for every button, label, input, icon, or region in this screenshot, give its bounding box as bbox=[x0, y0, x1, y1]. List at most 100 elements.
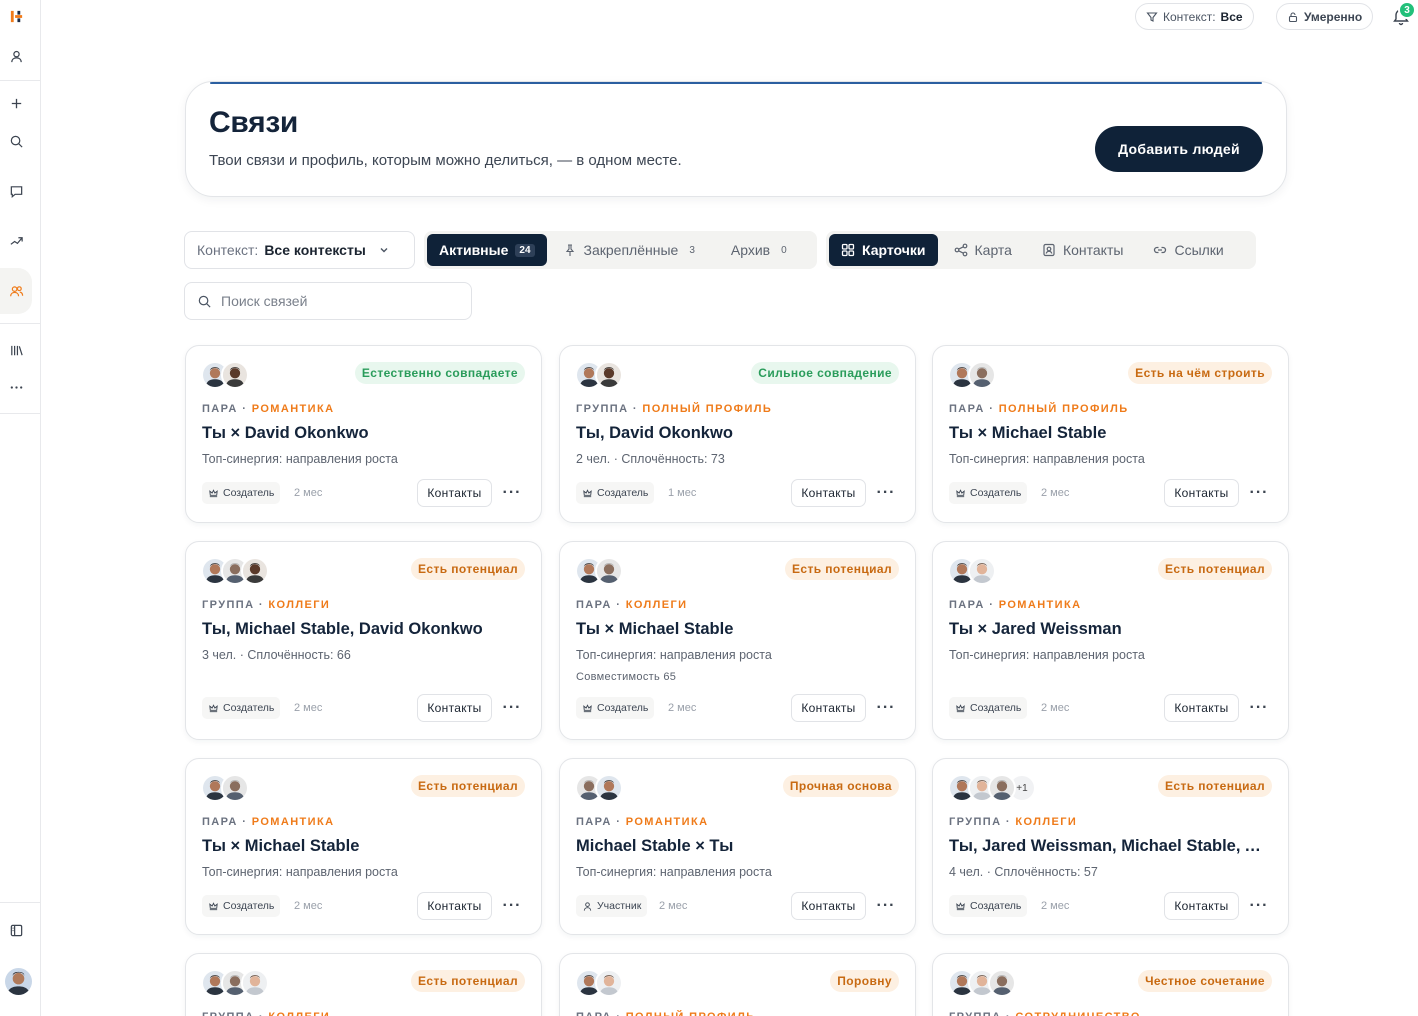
connection-card[interactable]: Прочная основа ПАРА · РОМАНТИКА Michael St… bbox=[559, 758, 916, 935]
connection-card[interactable]: Есть потенциал ПАРА · РОМАНТИКА Ты × Micha… bbox=[185, 758, 542, 935]
compatibility-badge: Сильное совпадение bbox=[751, 362, 899, 384]
contacts-button[interactable]: Контакты bbox=[417, 694, 492, 722]
compatibility-score: Совместимость 65 bbox=[576, 671, 677, 683]
crown-icon bbox=[956, 901, 965, 910]
more-options-button[interactable]: ··· bbox=[1249, 483, 1269, 503]
more-options-button[interactable]: ··· bbox=[1249, 896, 1269, 916]
card-avatars bbox=[575, 969, 623, 997]
card-meta: ПАРА · КОЛЛЕГИ bbox=[576, 599, 688, 611]
compatibility-badge: Есть потенциал bbox=[785, 558, 899, 580]
contacts-button[interactable]: Контакты bbox=[1164, 694, 1239, 722]
context-filter-pill[interactable]: Контекст: Все bbox=[1135, 3, 1254, 30]
contacts-button[interactable]: Контакты bbox=[417, 892, 492, 920]
compatibility-badge: Поровну bbox=[830, 970, 899, 992]
card-meta: ПАРА · РОМАНТИКА bbox=[576, 816, 709, 828]
more-icon bbox=[10, 385, 22, 389]
more-options-button[interactable]: ··· bbox=[502, 896, 522, 916]
more-options-button[interactable]: ··· bbox=[502, 483, 522, 503]
contacts-button[interactable]: Контакты bbox=[1164, 892, 1239, 920]
card-summary: 4 чел. · Сплочённость: 57 bbox=[949, 865, 1098, 879]
search-icon bbox=[198, 295, 211, 308]
avatar bbox=[221, 361, 249, 389]
avatar bbox=[988, 969, 1016, 997]
profile-nav-button[interactable] bbox=[0, 40, 32, 72]
connection-card[interactable]: Естественно совпадаете ПАРА · РОМАНТИКА Ты… bbox=[185, 345, 542, 523]
more-options-button[interactable]: ··· bbox=[1249, 698, 1269, 718]
role-chip: Создатель bbox=[949, 895, 1028, 917]
avatar bbox=[221, 774, 249, 802]
more-options-button[interactable]: ··· bbox=[876, 896, 896, 916]
connection-card[interactable]: Сильное совпадение ГРУППА · ПОЛНЫЙ ПРОФИЛ… bbox=[559, 345, 916, 523]
card-title: Ты × Michael Stable bbox=[576, 620, 734, 638]
connection-context: КОЛЛЕГИ bbox=[268, 1011, 330, 1016]
card-avatars bbox=[948, 361, 996, 389]
connection-card[interactable]: +1 Есть потенциал ГРУППА · КОЛЛЕГИ Ты, Jare… bbox=[932, 758, 1289, 935]
connection-card[interactable]: Есть потенциал ГРУППА · КОЛЛЕГИ Ты, Michae… bbox=[185, 541, 542, 740]
search-connections[interactable]: Поиск связей bbox=[184, 282, 472, 320]
more-options-button[interactable]: ··· bbox=[502, 698, 522, 718]
card-age: 2 мес bbox=[294, 702, 323, 714]
context-filter-value: Все bbox=[1220, 9, 1243, 24]
view-map[interactable]: Карта bbox=[940, 234, 1024, 266]
chat-icon bbox=[10, 185, 22, 198]
contacts-button[interactable]: Контакты bbox=[417, 479, 492, 507]
connection-card[interactable]: Поровну ПАРА · ПОЛНЫЙ ПРОФИЛЬ bbox=[559, 953, 916, 1016]
avatar bbox=[595, 969, 623, 997]
chat-nav-button[interactable] bbox=[0, 175, 32, 207]
tab-active[interactable]: Активные 24 bbox=[427, 234, 547, 266]
connection-context: ПОЛНЫЙ ПРОФИЛЬ bbox=[626, 1011, 756, 1016]
header-accent-line bbox=[210, 82, 1262, 84]
card-summary: 3 чел. · Сплочённость: 66 bbox=[202, 648, 351, 662]
connection-card[interactable]: Есть потенциал ПАРА · КОЛЛЕГИ Ты × Michael… bbox=[559, 541, 916, 740]
contacts-button[interactable]: Контакты bbox=[791, 479, 866, 507]
card-title: Ты × Jared Weissman bbox=[949, 620, 1122, 638]
role-chip: Создатель bbox=[202, 482, 281, 504]
connection-type: ПАРА bbox=[576, 599, 612, 611]
contacts-button[interactable]: Контакты bbox=[1164, 479, 1239, 507]
new-button[interactable] bbox=[0, 87, 32, 119]
card-avatars bbox=[201, 969, 269, 997]
tab-archive[interactable]: Архив 0 bbox=[713, 234, 803, 266]
tab-label: Активные bbox=[439, 242, 509, 258]
card-summary: Топ-синергия: направления роста bbox=[949, 452, 1145, 466]
view-contacts[interactable]: Контакты bbox=[1026, 234, 1135, 266]
privacy-mode-pill[interactable]: Умеренно bbox=[1276, 3, 1374, 30]
view-links[interactable]: Ссылки bbox=[1137, 234, 1235, 266]
more-nav-button[interactable] bbox=[0, 371, 32, 403]
connection-context: РОМАНТИКА bbox=[998, 599, 1082, 611]
contacts-button[interactable]: Контакты bbox=[791, 694, 866, 722]
connection-card[interactable]: Честное сочетание ГРУППА · СОТРУДНИЧЕСТВО bbox=[932, 953, 1289, 1016]
connection-card[interactable]: Есть потенциал ПАРА · РОМАНТИКА Ты × Jared… bbox=[932, 541, 1289, 740]
app-logo[interactable] bbox=[0, 0, 32, 32]
tab-count: 24 bbox=[515, 243, 535, 257]
avatar bbox=[968, 557, 996, 585]
activity-nav-button[interactable] bbox=[0, 225, 32, 257]
compatibility-badge: Честное сочетание bbox=[1138, 970, 1272, 992]
search-nav-button[interactable] bbox=[0, 125, 32, 157]
role-label: Создатель bbox=[970, 900, 1022, 912]
card-avatars bbox=[575, 774, 623, 802]
more-options-button[interactable]: ··· bbox=[876, 698, 896, 718]
add-people-button[interactable]: Добавить людей bbox=[1095, 126, 1263, 172]
library-nav-button[interactable] bbox=[0, 334, 32, 366]
tab-count: 3 bbox=[689, 244, 695, 256]
connection-context: КОЛЛЕГИ bbox=[268, 599, 331, 611]
card-title: Ты × David Okonkwo bbox=[202, 424, 369, 442]
connection-card[interactable]: Есть потенциал ГРУППА · КОЛЛЕГИ bbox=[185, 953, 542, 1016]
view-cards[interactable]: Карточки bbox=[829, 234, 938, 266]
contacts-button[interactable]: Контакты bbox=[791, 892, 866, 920]
connections-nav-button[interactable] bbox=[0, 275, 32, 307]
connection-type: ПАРА bbox=[949, 403, 985, 415]
tab-pinned[interactable]: Закреплённые 3 bbox=[549, 234, 711, 266]
role-chip: Создатель bbox=[576, 697, 655, 719]
connection-card[interactable]: Есть на чём строить ПАРА · ПОЛНЫЙ ПРОФИЛЬ… bbox=[932, 345, 1289, 523]
role-chip: Создатель bbox=[202, 697, 281, 719]
context-select[interactable]: Контекст: Все контексты bbox=[184, 231, 415, 269]
connection-type: ПАРА bbox=[576, 1011, 612, 1016]
role-label: Создатель bbox=[970, 487, 1022, 499]
more-options-button[interactable]: ··· bbox=[876, 483, 896, 503]
collapse-sidebar-button[interactable] bbox=[0, 914, 32, 946]
card-title: Ты × Michael Stable bbox=[949, 424, 1107, 442]
user-avatar[interactable] bbox=[5, 968, 32, 995]
card-meta: ГРУППА · КОЛЛЕГИ bbox=[202, 599, 331, 611]
